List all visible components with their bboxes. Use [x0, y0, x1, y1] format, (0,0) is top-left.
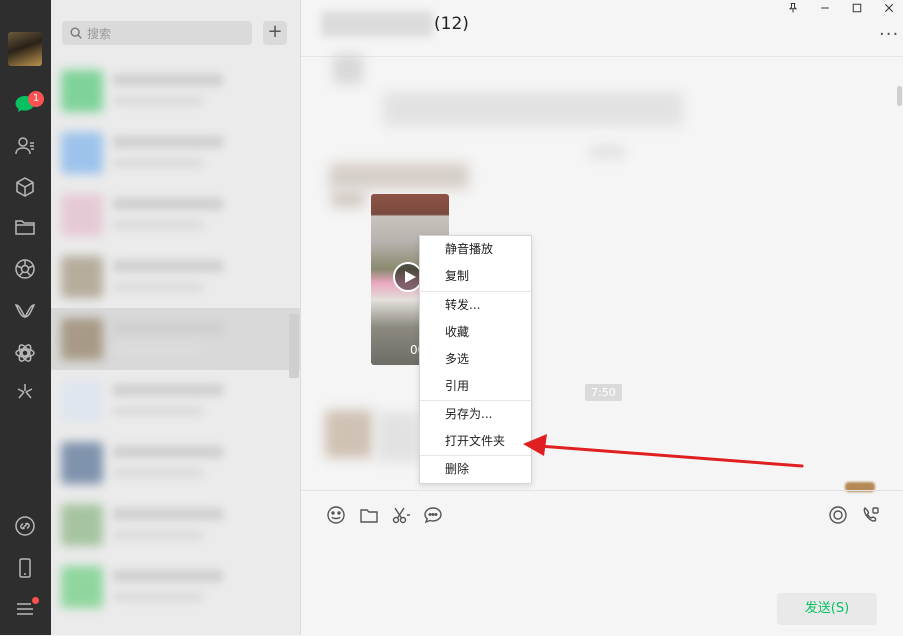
screenshot-icon[interactable]	[391, 505, 411, 525]
chat-history-icon[interactable]	[423, 505, 443, 525]
chat-member-count: (12)	[434, 14, 469, 34]
video-call-icon[interactable]	[861, 505, 881, 525]
search-icon	[69, 26, 83, 40]
menu-item-favorite[interactable]: 收藏	[420, 319, 531, 346]
menu-item-copy[interactable]: 复制	[420, 263, 531, 290]
list-scrollbar[interactable]	[289, 314, 299, 378]
add-chat-button[interactable]: +	[263, 21, 287, 45]
maximize-button[interactable]	[847, 2, 867, 18]
more-options-button[interactable]: ···	[879, 24, 899, 45]
search-input[interactable]: 搜索	[62, 21, 252, 45]
file-folder-icon[interactable]	[359, 505, 379, 525]
sender-avatar[interactable]	[333, 54, 363, 84]
time-stamp: 7:50	[585, 384, 622, 401]
moments-icon[interactable]	[13, 257, 37, 281]
sender-avatar[interactable]	[331, 190, 365, 208]
nav-rail: 1	[0, 0, 51, 635]
menu-item-quote[interactable]: 引用	[420, 373, 531, 400]
list-item[interactable]	[51, 494, 300, 556]
chat-pane: (12) ··· 00 7:50 静音播放 复制 转发... 收藏 多选 引用	[301, 0, 903, 635]
close-button[interactable]	[879, 2, 899, 18]
menu-item-delete[interactable]: 删除	[420, 456, 531, 483]
phone-icon[interactable]	[13, 556, 37, 580]
chat-header: (12) ···	[301, 0, 903, 57]
mini-program-icon[interactable]	[13, 341, 37, 365]
message-bubble[interactable]	[377, 412, 421, 462]
menu-item-mute-play[interactable]: 静音播放	[420, 236, 531, 263]
list-item[interactable]	[51, 60, 300, 122]
list-item[interactable]	[51, 370, 300, 432]
list-item[interactable]	[51, 556, 300, 618]
cube-icon[interactable]	[13, 175, 37, 199]
live-icon[interactable]	[828, 505, 848, 525]
list-item[interactable]	[51, 308, 300, 370]
list-item[interactable]	[51, 432, 300, 494]
chat-title-blurred	[321, 11, 433, 37]
menu-item-save-as[interactable]: 另存为...	[420, 401, 531, 428]
contacts-icon[interactable]	[13, 134, 37, 158]
user-avatar[interactable]	[8, 32, 42, 66]
link-icon[interactable]	[13, 514, 37, 538]
message-scrollbar[interactable]	[897, 86, 902, 106]
sender-avatar[interactable]	[325, 410, 373, 458]
search-placeholder: 搜索	[87, 27, 112, 41]
unread-badge: 1	[28, 91, 44, 107]
list-item[interactable]	[51, 246, 300, 308]
conversation-list: 搜索 +	[51, 0, 301, 635]
search-sparkle-icon[interactable]	[13, 380, 37, 404]
composer[interactable]: 发送(S)	[301, 490, 903, 636]
channels-icon[interactable]	[13, 299, 37, 323]
menu-item-multi-select[interactable]: 多选	[420, 346, 531, 373]
message-meta	[589, 146, 625, 158]
menu-item-forward[interactable]: 转发...	[420, 292, 531, 319]
context-menu: 静音播放 复制 转发... 收藏 多选 引用 另存为... 打开文件夹 删除	[419, 235, 532, 484]
sender-name	[329, 163, 469, 189]
send-button[interactable]: 发送(S)	[777, 593, 877, 625]
pin-icon[interactable]	[783, 2, 803, 18]
emoji-icon[interactable]	[326, 505, 346, 525]
folder-icon[interactable]	[13, 215, 37, 239]
menu-item-open-folder[interactable]: 打开文件夹	[420, 428, 531, 455]
list-item[interactable]	[51, 184, 300, 246]
message-bubble[interactable]	[383, 92, 683, 126]
minimize-button[interactable]	[815, 2, 835, 18]
menu-notification-dot	[32, 597, 39, 604]
list-item[interactable]	[51, 122, 300, 184]
